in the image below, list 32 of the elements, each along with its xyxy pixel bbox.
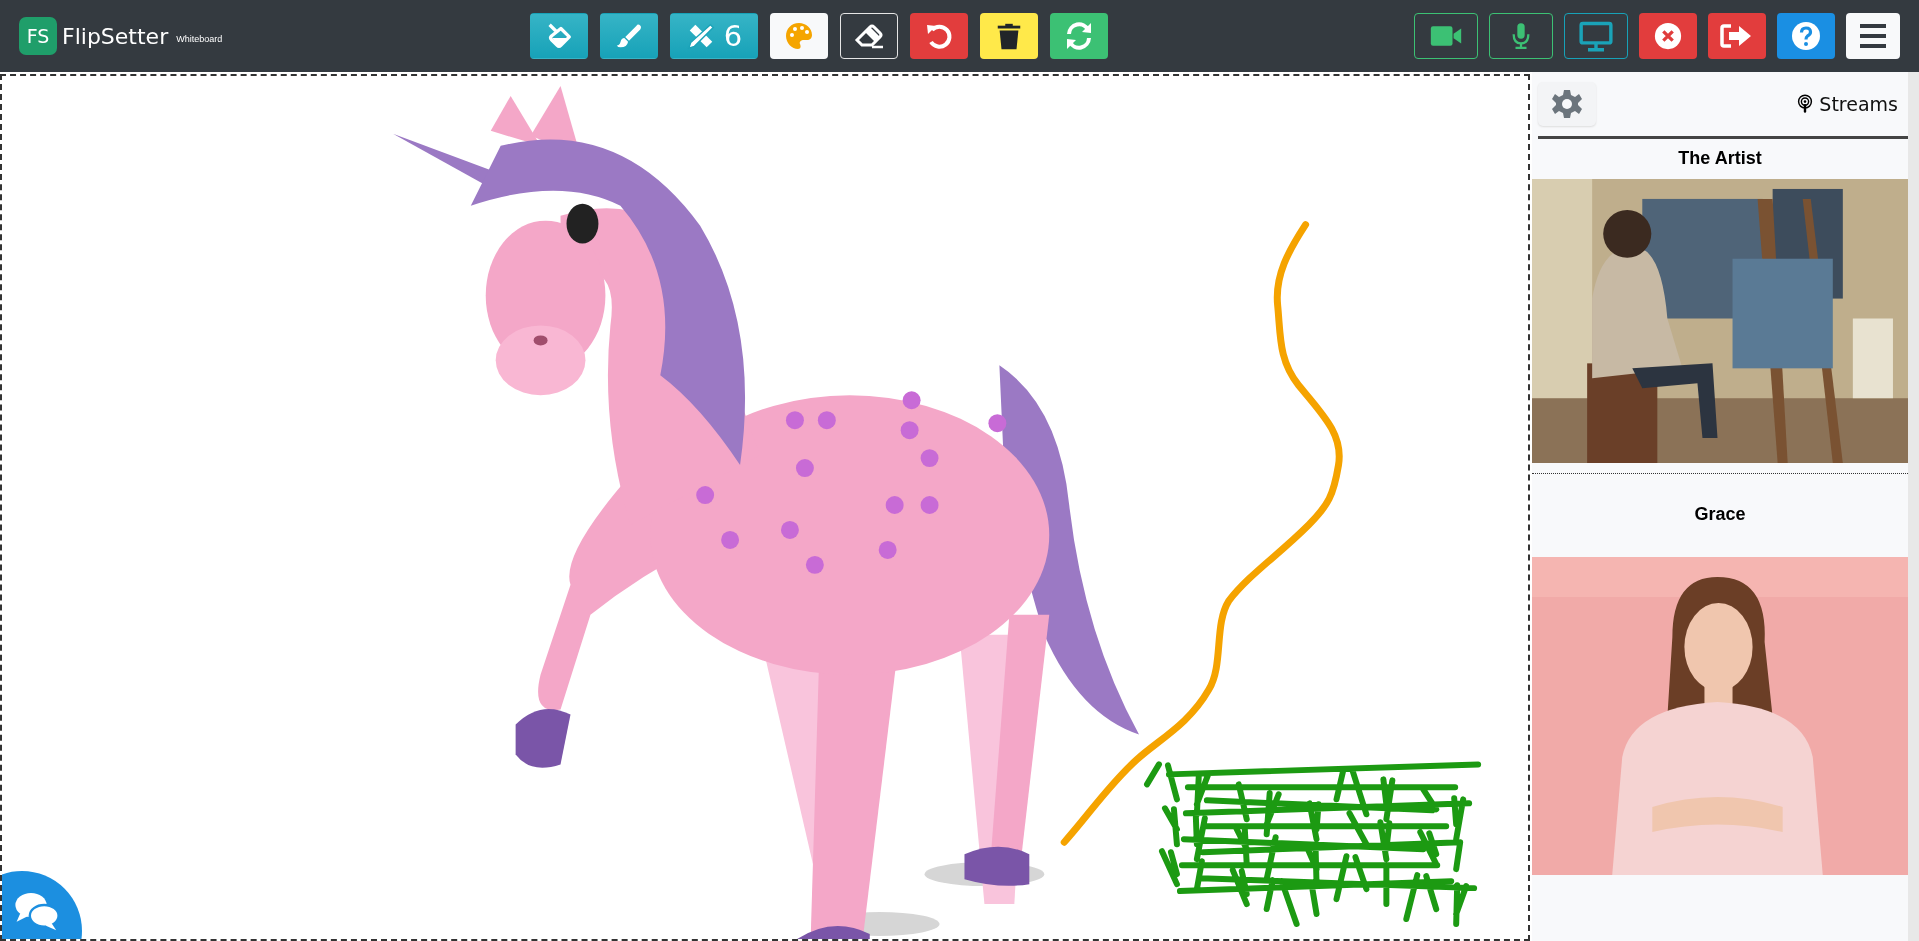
monitor-icon: [1577, 20, 1615, 52]
undo-button[interactable]: [910, 13, 968, 59]
microphone-icon: [1510, 20, 1532, 52]
microphone-button[interactable]: [1489, 13, 1553, 59]
close-icon: [1653, 21, 1683, 51]
close-button[interactable]: [1639, 13, 1697, 59]
menu-button[interactable]: [1846, 13, 1900, 59]
app-subtitle: Whiteboard: [176, 34, 223, 44]
refresh-button[interactable]: [1050, 13, 1108, 59]
eraser-button[interactable]: [840, 13, 898, 59]
podcast-icon: [1797, 94, 1814, 114]
logo-icon: FS: [19, 17, 57, 55]
stream-name: Grace: [1693, 503, 1747, 526]
video-camera-icon: [1428, 23, 1464, 49]
camera-button[interactable]: [1414, 13, 1478, 59]
exit-button[interactable]: [1708, 13, 1766, 59]
trash-button[interactable]: [980, 13, 1038, 59]
palette-icon: [783, 20, 815, 52]
stream-name: The Artist: [1677, 147, 1763, 170]
app-name: FlipSetter: [62, 23, 169, 49]
settings-icon: [1551, 88, 1583, 120]
settings-button[interactable]: [1538, 82, 1596, 126]
brush-button[interactable]: [600, 13, 658, 59]
streams-button[interactable]: Streams: [1787, 93, 1908, 115]
brush-size: 6: [723, 19, 743, 53]
scrollbar[interactable]: [1908, 72, 1919, 941]
help-icon: [1790, 20, 1822, 52]
whiteboard-canvas[interactable]: [0, 74, 1530, 941]
menu-icon: [1857, 22, 1889, 50]
help-button[interactable]: [1777, 13, 1835, 59]
monitor-button[interactable]: [1564, 13, 1628, 59]
fill-button[interactable]: [530, 13, 588, 59]
